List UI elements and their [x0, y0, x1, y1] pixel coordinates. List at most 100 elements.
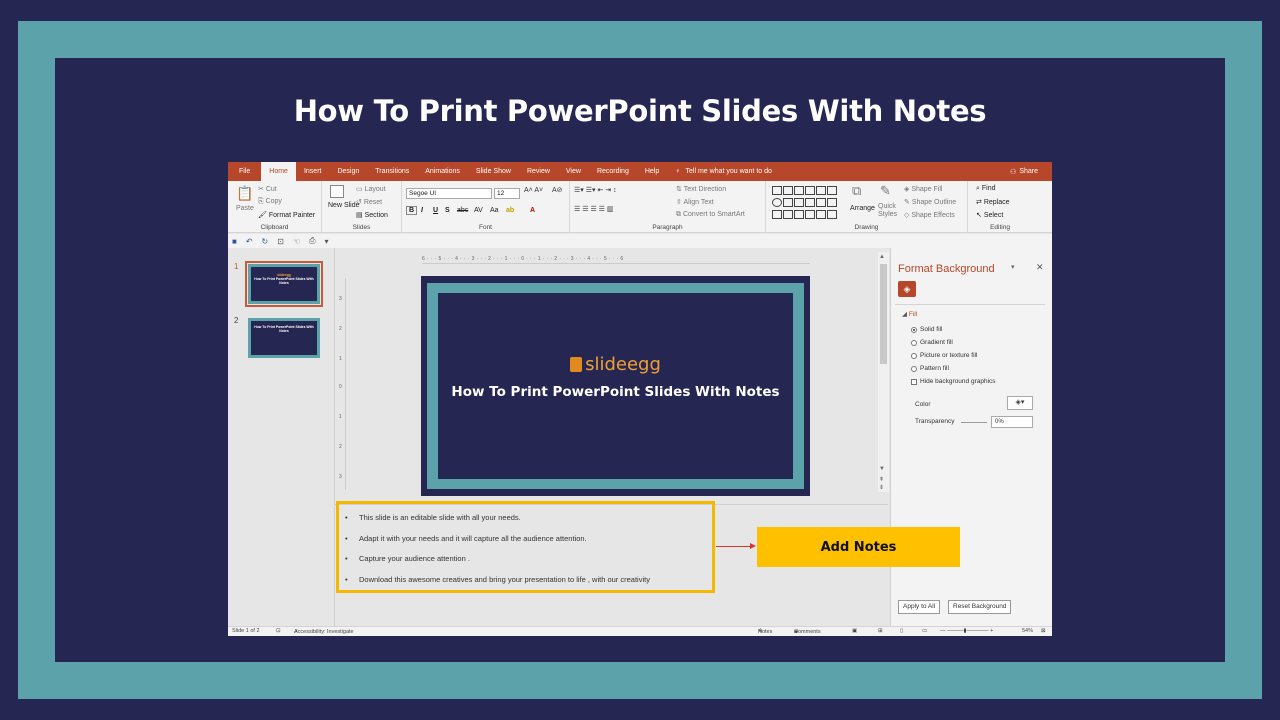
find-button[interactable]: ⌕ Find: [976, 185, 996, 193]
scroll-down-icon[interactable]: ▼: [879, 466, 885, 472]
color-picker-button[interactable]: ◈▾: [1007, 396, 1033, 410]
apply-to-all-button[interactable]: Apply to All: [898, 600, 941, 614]
slides-group: New Slide ▭ Layout ↺ Reset ▤ Section Sli…: [322, 181, 402, 233]
font-grow-icon[interactable]: A˄ A˅: [524, 187, 543, 194]
start-from-beginning-icon[interactable]: ⊡: [277, 237, 284, 246]
slideshow-icon[interactable]: ▭: [922, 628, 927, 634]
paint-bucket-icon: ◈▾: [1015, 399, 1025, 406]
shape-effects-button[interactable]: ◇ Shape Effects: [904, 211, 955, 219]
normal-view-icon[interactable]: ▣: [852, 628, 857, 634]
customize-qat-icon[interactable]: ▾: [325, 237, 329, 246]
prev-slide-icon[interactable]: ⇞: [879, 476, 884, 483]
tab-insert[interactable]: Insert: [296, 162, 330, 181]
tell-me-search[interactable]: ♀ Tell me what you want to do: [675, 168, 772, 175]
underline-button[interactable]: U: [433, 207, 438, 214]
font-group: Segoe UI 12 A˄ A˅ A⊘ B I U S abc AV Aa a…: [402, 181, 570, 233]
replace-button[interactable]: ⇄ Replace: [976, 198, 1010, 206]
layout-button[interactable]: ▭ Layout: [356, 185, 386, 193]
tab-transitions[interactable]: Transitions: [367, 162, 417, 181]
tab-view[interactable]: View: [558, 162, 589, 181]
reading-view-icon[interactable]: ▯: [900, 628, 903, 634]
redo-icon[interactable]: ↻: [262, 237, 269, 246]
highlight-button[interactable]: ab: [506, 207, 514, 214]
tab-help[interactable]: Help: [637, 162, 667, 181]
save-icon[interactable]: ■: [232, 237, 237, 246]
align-icons[interactable]: ☰ ☰ ☰ ☰ ▥: [574, 205, 614, 213]
tab-animations[interactable]: Animations: [417, 162, 468, 181]
slide-canvas[interactable]: slideegg How To Print PowerPoint Slides …: [421, 276, 810, 496]
quick-styles-button[interactable]: Quick Styles: [878, 203, 900, 219]
shadow-button[interactable]: S: [445, 207, 450, 214]
scrollbar-thumb[interactable]: [880, 264, 887, 364]
clear-format-icon[interactable]: A⊘: [552, 186, 563, 194]
shape-outline-button[interactable]: ✎ Shape Outline: [904, 198, 956, 206]
checkbox-icon: [911, 378, 917, 385]
editing-group: ⌕ Find ⇄ Replace ↖ Select Editing: [968, 181, 1032, 233]
cut-button[interactable]: ✂ Cut: [258, 185, 277, 193]
zoom-slider[interactable]: — ———▮———— +: [940, 628, 993, 634]
paste-button[interactable]: Paste: [236, 205, 254, 212]
copy-button[interactable]: ⎘ Copy: [258, 198, 282, 206]
new-slide-button[interactable]: New Slide: [328, 202, 360, 210]
select-button[interactable]: ↖ Select: [976, 211, 1003, 219]
tab-home[interactable]: Home: [261, 162, 296, 181]
shapes-gallery[interactable]: [772, 185, 844, 219]
format-painter-button[interactable]: 🖌 Format Painter: [258, 211, 315, 219]
gradient-fill-option[interactable]: Gradient fill: [911, 339, 953, 346]
slide-scrollbar[interactable]: ▲ ▼ ⇞ ⇟: [878, 252, 889, 492]
tab-file[interactable]: File: [228, 162, 261, 181]
undo-icon[interactable]: ↶: [246, 237, 253, 246]
char-spacing-button[interactable]: AV: [474, 207, 483, 214]
tab-design[interactable]: Design: [329, 162, 367, 181]
thumbnail-slide-2[interactable]: How To Print PowerPoint Slides With Note…: [248, 318, 320, 358]
callout-arrow-head-icon: [750, 543, 756, 549]
text-direction-button[interactable]: ⇅ Text Direction: [676, 185, 726, 193]
italic-button[interactable]: I: [421, 207, 423, 214]
next-slide-icon[interactable]: ⇟: [879, 484, 884, 491]
font-size-select[interactable]: 12: [494, 188, 520, 199]
bold-button[interactable]: B: [406, 206, 418, 215]
thumbnail-slide-1[interactable]: slideegg How To Print PowerPoint Slides …: [245, 261, 323, 307]
spellcheck-icon[interactable]: ⊡: [276, 628, 281, 634]
solid-fill-option[interactable]: Solid fill: [911, 326, 942, 333]
radio-icon: [911, 352, 917, 359]
pattern-fill-option[interactable]: Pattern fill: [911, 365, 949, 372]
panel-options-icon[interactable]: ▾: [1011, 263, 1015, 271]
bullets-icon[interactable]: ☰▾ ☰▾ ⇤ ⇥ ↕: [574, 186, 617, 194]
collapse-triangle-icon: ◢: [902, 311, 909, 318]
close-icon[interactable]: ✕: [1036, 262, 1044, 273]
convert-smartart-button[interactable]: ⧉ Convert to SmartArt: [676, 211, 745, 219]
clipboard-group: 📋 Paste ✂ Cut ⎘ Copy 🖌 Format Painter Cl…: [228, 181, 322, 233]
scroll-up-icon[interactable]: ▲: [879, 254, 885, 260]
fit-slide-icon[interactable]: ⊠: [1041, 628, 1046, 634]
font-color-button[interactable]: A: [530, 207, 535, 214]
vertical-ruler: 3210123: [338, 278, 346, 490]
reset-background-button[interactable]: Reset Background: [948, 600, 1012, 614]
tab-recording[interactable]: Recording: [589, 162, 637, 181]
align-text-button[interactable]: ⇳ Align Text: [676, 198, 714, 206]
transparency-label: Transparency: [915, 418, 955, 425]
strikethrough-button[interactable]: abc: [457, 207, 468, 214]
touch-mode-icon[interactable]: ☜: [293, 237, 300, 246]
shape-fill-button[interactable]: ◈ Shape Fill: [904, 185, 942, 193]
arrange-button[interactable]: Arrange: [850, 205, 875, 212]
transparency-input[interactable]: 0%: [991, 416, 1033, 428]
radio-icon: [911, 339, 917, 346]
reset-button[interactable]: ↺ Reset: [356, 198, 382, 206]
slide-sorter-icon[interactable]: ⊞: [878, 628, 883, 634]
slide-title[interactable]: How To Print PowerPoint Slides With Note…: [421, 384, 810, 401]
hide-graphics-checkbox[interactable]: Hide background graphics: [911, 378, 996, 385]
fill-section-header[interactable]: ◢ Fill: [902, 310, 917, 318]
section-button[interactable]: ▤ Section: [356, 211, 388, 219]
font-name-select[interactable]: Segoe UI: [406, 188, 492, 199]
tab-slide-show[interactable]: Slide Show: [468, 162, 519, 181]
print-preview-icon[interactable]: ⎙: [309, 236, 315, 246]
change-case-button[interactable]: Aa: [490, 207, 499, 214]
quick-styles-icon: ✎: [880, 183, 891, 198]
fill-bucket-icon[interactable]: ◈: [898, 281, 916, 297]
tab-review[interactable]: Review: [519, 162, 558, 181]
transparency-slider[interactable]: [961, 422, 987, 423]
picture-fill-option[interactable]: Picture or texture fill: [911, 352, 977, 359]
share-button[interactable]: ⚇ Share: [1010, 162, 1038, 181]
zoom-level[interactable]: 54%: [1022, 628, 1033, 634]
